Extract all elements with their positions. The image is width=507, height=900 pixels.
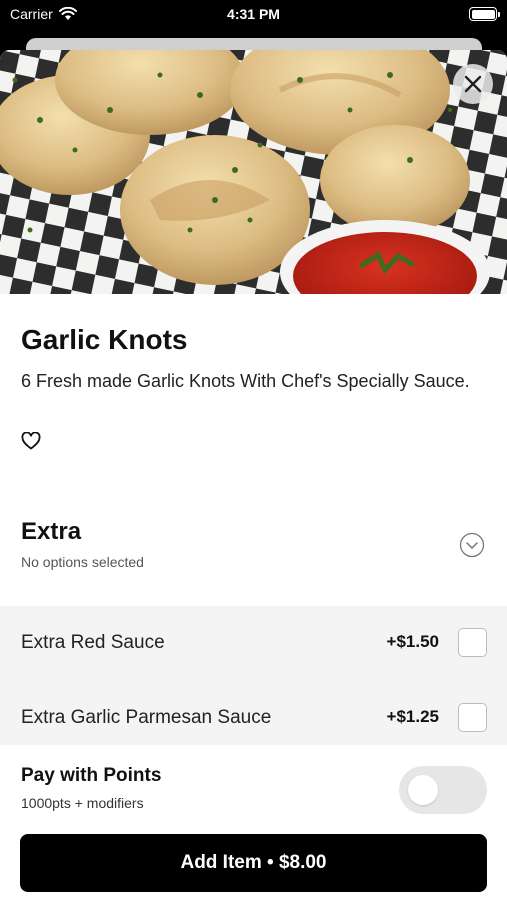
pay-with-points-subtitle: 1000pts + modifiers bbox=[21, 795, 144, 811]
item-detail-sheet: Garlic Knots 6 Fresh made Garlic Knots W… bbox=[0, 50, 507, 900]
chevron-down-icon[interactable] bbox=[459, 532, 485, 558]
item-title: Garlic Knots bbox=[21, 324, 188, 355]
option-row-extra-red-sauce[interactable]: Extra Red Sauce +$1.50 bbox=[0, 606, 507, 680]
item-description: 6 Fresh made Garlic Knots With Chef's Sp… bbox=[21, 371, 470, 391]
add-item-button[interactable]: Add Item • $8.00 bbox=[20, 834, 487, 892]
section-subtitle: No options selected bbox=[21, 554, 144, 570]
options-list: Extra Red Sauce +$1.50 Extra Garlic Parm… bbox=[0, 606, 507, 756]
option-label: Extra Red Sauce bbox=[21, 632, 165, 653]
option-price: +$1.50 bbox=[386, 632, 439, 651]
status-bar: Carrier 4:31 PM bbox=[0, 0, 507, 30]
heart-icon[interactable] bbox=[21, 432, 41, 450]
option-row-extra-garlic-parmesan-sauce[interactable]: Extra Garlic Parmesan Sauce +$1.25 bbox=[0, 681, 507, 755]
pay-with-points-title: Pay with Points bbox=[21, 765, 162, 786]
pay-with-points-toggle[interactable] bbox=[399, 766, 487, 814]
option-checkbox[interactable] bbox=[458, 628, 487, 657]
garlic-knots-photo bbox=[0, 50, 507, 294]
option-price: +$1.25 bbox=[386, 707, 439, 726]
close-button[interactable] bbox=[453, 64, 493, 104]
option-checkbox[interactable] bbox=[458, 703, 487, 732]
toggle-knob bbox=[408, 775, 438, 805]
section-title-extra: Extra bbox=[21, 518, 82, 545]
checkout-footer: Pay with Points 1000pts + modifiers Add … bbox=[0, 745, 507, 900]
close-icon bbox=[464, 75, 482, 93]
option-label: Extra Garlic Parmesan Sauce bbox=[21, 707, 272, 728]
battery-icon bbox=[469, 7, 500, 21]
clock: 4:31 PM bbox=[227, 6, 280, 22]
item-photo bbox=[0, 50, 507, 294]
